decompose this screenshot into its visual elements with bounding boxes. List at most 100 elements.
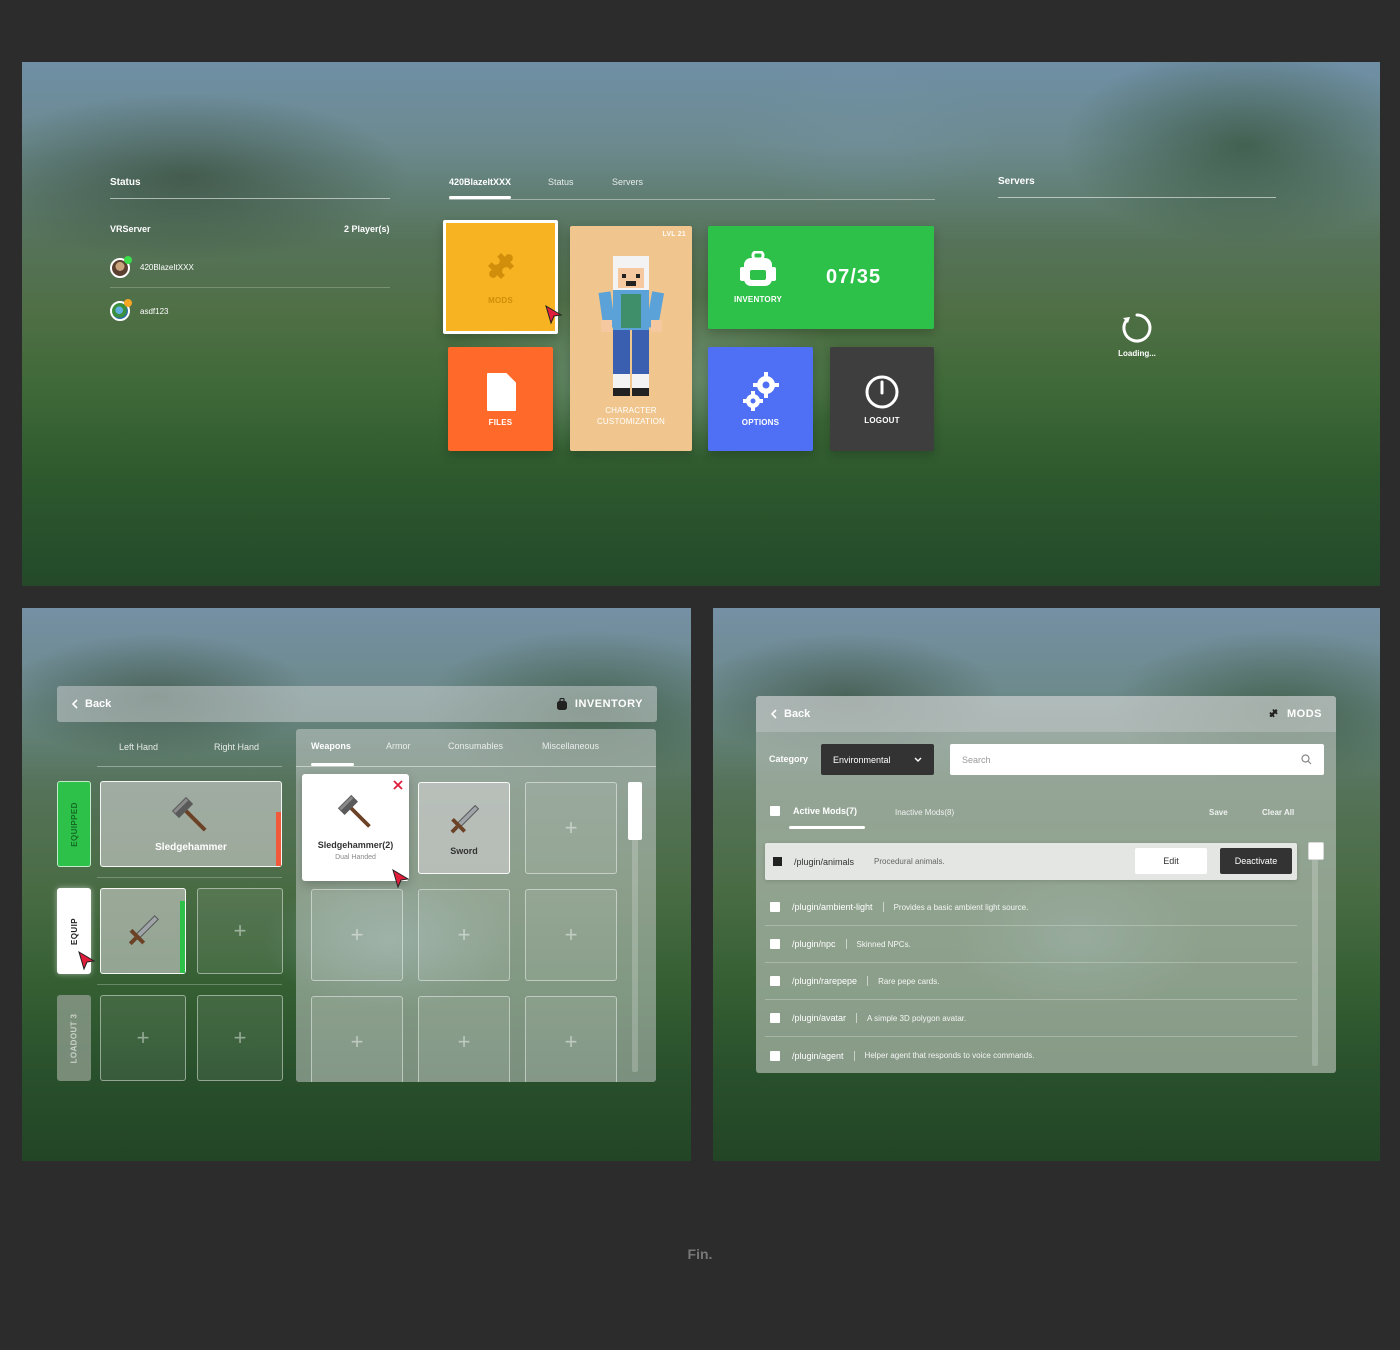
player-name: asdf123: [140, 306, 169, 316]
chevron-left-icon: [770, 709, 777, 719]
back-button[interactable]: Back: [770, 708, 810, 720]
inventory-label: INVENTORY: [734, 295, 783, 304]
player-row[interactable]: 420BlazeItXXX: [110, 248, 390, 288]
player-count: 2 Player(s): [344, 224, 390, 234]
empty-slot[interactable]: +: [525, 996, 617, 1082]
mod-name: /plugin/avatar: [792, 1013, 858, 1023]
category-dropdown[interactable]: Environmental: [821, 744, 934, 775]
character-avatar: [598, 256, 665, 396]
empty-slot[interactable]: +: [525, 782, 617, 874]
item-card-selected[interactable]: Sledgehammer(2) Dual Handed: [302, 774, 409, 881]
inventory-header: Back INVENTORY: [57, 686, 657, 722]
back-button[interactable]: Back: [71, 698, 111, 710]
category-value: Environmental: [833, 754, 891, 765]
add-icon: +: [233, 918, 247, 943]
tab-active-mods[interactable]: Active Mods(7): [793, 806, 857, 816]
files-tile[interactable]: FILES: [448, 347, 553, 451]
logout-label: LOGOUT: [864, 415, 900, 425]
loadout-label: EQUIP: [69, 917, 79, 945]
mods-tile[interactable]: MODS: [443, 220, 558, 334]
empty-slot[interactable]: +: [311, 889, 403, 981]
equipped-slot[interactable]: Sledgehammer: [100, 781, 282, 867]
loadout-tab-3[interactable]: LOADOUT 3: [57, 995, 91, 1081]
puzzle-icon: [487, 252, 514, 279]
deactivate-button[interactable]: Deactivate: [1220, 848, 1292, 874]
tab-armor[interactable]: Armor: [386, 741, 411, 751]
empty-slot[interactable]: +: [197, 888, 283, 974]
main-menu-scene: Status VRServer 2 Player(s) 420BlazeItXX…: [22, 62, 1380, 586]
empty-slot[interactable]: +: [100, 995, 186, 1081]
back-label: Back: [85, 698, 112, 710]
hand-labels-divider: [97, 766, 282, 767]
edit-button[interactable]: Edit: [1135, 848, 1207, 874]
tab-consumables[interactable]: Consumables: [448, 741, 503, 751]
mods-scrollbar[interactable]: [1312, 848, 1318, 1066]
save-button[interactable]: Save: [1209, 808, 1228, 817]
loadout-slot-left[interactable]: [100, 888, 186, 974]
mod-row[interactable]: /plugin/rarepepe Rare pepe cards.: [765, 963, 1297, 1000]
add-icon: +: [350, 922, 364, 947]
avatar: [110, 299, 132, 321]
select-all-checkbox[interactable]: [770, 806, 780, 816]
character-tile[interactable]: LVL 21 CHARACTER CUSTOMIZATION: [570, 226, 692, 451]
avatar: [110, 255, 132, 278]
options-tile[interactable]: OPTIONS: [708, 347, 813, 451]
inventory-tile[interactable]: INVENTORY 07/35: [708, 226, 934, 329]
clear-all-button[interactable]: Clear All: [1262, 808, 1294, 817]
inventory-title-text: INVENTORY: [574, 698, 643, 710]
mod-description: Provides a basic ambient light source.: [893, 902, 1029, 912]
item-card[interactable]: Sword: [418, 782, 510, 874]
tab-servers[interactable]: Servers: [612, 177, 643, 187]
empty-slot[interactable]: +: [525, 889, 617, 981]
tab-profile[interactable]: 420BlazeItXXX: [449, 177, 512, 199]
mod-row[interactable]: /plugin/avatar A simple 3D polygon avata…: [765, 1000, 1297, 1037]
mod-row[interactable]: /plugin/ambient-light Provides a basic a…: [765, 889, 1297, 926]
empty-slot[interactable]: +: [418, 889, 510, 981]
footer-text: Fin.: [687, 1246, 713, 1262]
mod-description: Rare pepe cards.: [878, 976, 940, 986]
mods-scene: Back MODS Category Environmental Search …: [713, 608, 1380, 1161]
status-divider: [110, 198, 390, 199]
tab-status[interactable]: Status: [548, 177, 574, 187]
sword-icon: [450, 804, 480, 834]
empty-slot[interactable]: +: [197, 995, 283, 1081]
empty-slot[interactable]: +: [311, 996, 403, 1082]
mod-row[interactable]: /plugin/agent Helper agent that responds…: [765, 1037, 1297, 1073]
tab-miscellaneous[interactable]: Miscellaneous: [542, 741, 599, 751]
logout-tile[interactable]: LOGOUT: [830, 347, 934, 451]
item-browser-panel: Weapons Armor Consumables Miscellaneous …: [296, 729, 656, 1082]
add-icon: +: [564, 815, 578, 840]
search-input[interactable]: Search: [950, 744, 1324, 775]
chevron-down-icon: [914, 757, 922, 762]
cursor-icon: [78, 951, 96, 971]
row-checkbox[interactable]: [773, 857, 782, 866]
scrollbar-thumb[interactable]: [1308, 842, 1324, 860]
row-checkbox[interactable]: [770, 902, 780, 912]
player-row[interactable]: asdf123: [110, 291, 390, 331]
tab-inactive-mods[interactable]: Inactive Mods(8): [895, 808, 954, 817]
files-label: FILES: [488, 417, 513, 427]
mod-description: Procedural animals.: [874, 857, 945, 866]
item-name: Sword: [450, 846, 478, 856]
row-checkbox[interactable]: [770, 976, 780, 986]
scrollbar-thumb[interactable]: [628, 782, 642, 840]
add-icon: +: [564, 1029, 578, 1054]
loadout-tab-equipped[interactable]: EQUIPPED: [57, 781, 91, 867]
mods-title-text: MODS: [1287, 708, 1322, 720]
add-icon: +: [457, 922, 471, 947]
empty-slot[interactable]: +: [418, 996, 510, 1082]
row-checkbox[interactable]: [770, 1013, 780, 1023]
mod-name: /plugin/agent: [792, 1050, 855, 1061]
mod-row[interactable]: /plugin/npc Skinned NPCs.: [765, 926, 1297, 963]
add-icon: +: [457, 1029, 471, 1054]
row-checkbox[interactable]: [770, 1050, 780, 1061]
player-name: 420BlazeItXXX: [140, 263, 194, 272]
main-tab-bar: 420BlazeItXXX Status Servers: [449, 174, 935, 200]
chevron-left-icon: [71, 699, 78, 709]
row-checkbox[interactable]: [770, 939, 780, 949]
away-status-dot: [124, 299, 132, 307]
mod-row-selected[interactable]: /plugin/animals Procedural animals. Edit…: [765, 843, 1297, 880]
tab-weapons[interactable]: Weapons: [311, 741, 351, 751]
loading-indicator: Loading...: [1112, 312, 1162, 358]
close-icon[interactable]: [393, 780, 403, 790]
